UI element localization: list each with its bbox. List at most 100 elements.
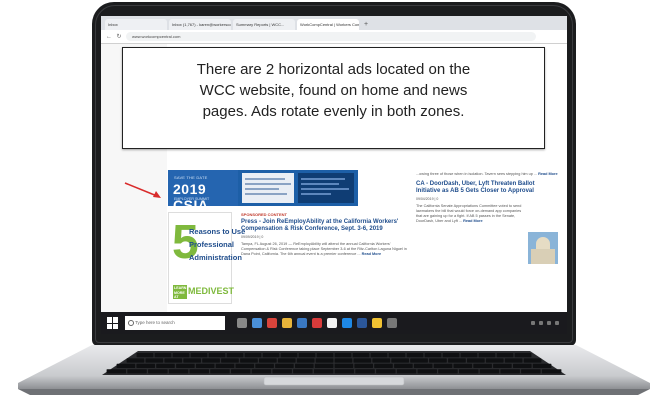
taskbar-app-icon[interactable] xyxy=(282,318,292,328)
read-more-link[interactable]: Read More xyxy=(362,252,381,256)
keyboard-key xyxy=(296,358,315,363)
keyboard-key xyxy=(313,369,334,374)
keyboard-key xyxy=(370,353,388,358)
ad-banner-left: SAVE THE DATE 2019 CSIA EMPLOYER SUMMIT xyxy=(168,170,238,206)
ad-text-line xyxy=(301,178,345,180)
keyboard-key xyxy=(394,363,413,368)
keyboard-key xyxy=(202,358,220,363)
tray-icon[interactable] xyxy=(547,321,551,325)
keyboard-key xyxy=(523,358,542,363)
keyboard-key xyxy=(116,363,136,368)
callout-line: pages. Ads rotate evenly in both zones. xyxy=(202,103,465,120)
read-more-link[interactable]: Read More xyxy=(463,219,482,223)
keyboard-key xyxy=(235,363,255,368)
keyboard-key xyxy=(190,353,208,358)
keyboard-key xyxy=(459,369,479,374)
taskbar-app-icon[interactable] xyxy=(372,318,382,328)
keyboard-key xyxy=(189,369,209,374)
medivest-ad[interactable]: 5 Reasons to Use Professional Administra… xyxy=(168,212,245,304)
article-byline: 09/09/2019 | 0 xyxy=(241,235,264,239)
keyboard-key xyxy=(478,353,496,358)
browser-tab-active[interactable]: WorkCompCentral | Workers Comp... xyxy=(297,19,359,30)
url-field[interactable]: www.workcompcentral.com xyxy=(126,32,536,41)
ad-text-line xyxy=(245,183,291,185)
taskbar-app-icon[interactable] xyxy=(267,318,277,328)
read-more-link[interactable]: Read More xyxy=(538,172,557,176)
taskbar-app-icon[interactable] xyxy=(342,318,352,328)
news-column: ...owing three of those when in isolatio… xyxy=(416,172,560,312)
keyboard-key xyxy=(195,363,215,368)
keyboard-key xyxy=(164,358,183,363)
keyboard-key xyxy=(467,358,485,363)
ad-text-line xyxy=(301,188,349,190)
keyboard-key xyxy=(355,369,375,374)
keyboard-key xyxy=(396,369,417,374)
keyboard-key xyxy=(156,363,175,368)
ad-banner-middle xyxy=(242,173,294,203)
keyboard-key xyxy=(532,363,552,368)
taskbar-search-input[interactable]: Type here to search xyxy=(125,316,225,330)
keyboard-key xyxy=(183,358,201,363)
sponsored-article: SPONSORED CONTENT Press - Join ReEmployA… xyxy=(241,212,411,312)
keyboard-key xyxy=(136,353,154,358)
taskbar-app-icon[interactable] xyxy=(237,318,247,328)
keyboard-key xyxy=(244,353,262,358)
article-headline-link[interactable]: Press - Join ReEmployAbility at the Cali… xyxy=(241,219,411,233)
keyboard-key xyxy=(460,353,478,358)
ad-text-line xyxy=(245,178,285,180)
keyboard-key xyxy=(442,353,460,358)
tray-icon[interactable] xyxy=(531,321,535,325)
article-headline-link[interactable]: CA - DoorDash, Uber, Lyft Threaten Ballo… xyxy=(416,181,560,195)
article-body: Tampa, FL August 26, 2019 — ReEmployAbil… xyxy=(241,242,411,257)
keyboard-key xyxy=(424,353,442,358)
ad-banner-kicker: SAVE THE DATE xyxy=(174,175,208,180)
keyboard-key xyxy=(275,363,294,368)
keyboard-key xyxy=(521,369,541,374)
keyboard-key xyxy=(541,369,562,374)
keyboard-key xyxy=(453,363,473,368)
keyboard-key xyxy=(417,369,437,374)
medivest-line: Administration xyxy=(189,253,242,262)
keyboard-key xyxy=(259,358,277,363)
back-icon[interactable]: ← xyxy=(106,34,112,40)
keyboard-key xyxy=(231,369,251,374)
taskbar-app-icons xyxy=(237,318,397,328)
keyboard-key xyxy=(376,369,396,374)
taskbar-app-icon[interactable] xyxy=(327,318,337,328)
keyboard-key xyxy=(226,353,244,358)
browser-tab[interactable]: Inbox (1,767) - karen@workerscomp... xyxy=(169,19,231,30)
keyboard-key xyxy=(240,358,258,363)
keyboard-key xyxy=(334,369,355,374)
capitol-building-image xyxy=(528,232,558,264)
keyboard-key xyxy=(448,358,466,363)
article-byline: 09/04/2019 | 0 xyxy=(416,197,439,201)
keyboard-key xyxy=(496,353,514,358)
keyboard-key xyxy=(106,369,127,374)
new-tab-button[interactable]: + xyxy=(361,19,371,30)
browser-tab[interactable]: Summary Reports | WCC... xyxy=(233,19,295,30)
taskbar-app-icon[interactable] xyxy=(387,318,397,328)
keyboard-key xyxy=(352,353,370,358)
tray-icon[interactable] xyxy=(555,321,559,325)
keyboard-key xyxy=(406,353,424,358)
medivest-line: Reasons to Use xyxy=(189,227,246,236)
keyboard-key xyxy=(277,358,296,363)
horizontal-ad-banner[interactable]: SAVE THE DATE 2019 CSIA EMPLOYER SUMMIT xyxy=(168,170,358,206)
keyboard-key xyxy=(127,369,147,374)
keyboard-key xyxy=(208,353,226,358)
capitol-dome xyxy=(536,237,550,249)
keyboard-key xyxy=(315,358,334,363)
callout-line: WCC website, found on home and news xyxy=(199,82,468,99)
browser-tab[interactable]: Inbox xyxy=(105,19,167,30)
keyboard-key xyxy=(251,369,272,374)
taskbar-app-icon[interactable] xyxy=(297,318,307,328)
windows-start-icon[interactable] xyxy=(107,317,119,329)
taskbar-app-icon[interactable] xyxy=(252,318,262,328)
taskbar-app-icon[interactable] xyxy=(312,318,322,328)
keyboard-key xyxy=(136,363,155,368)
taskbar-app-icon[interactable] xyxy=(357,318,367,328)
reload-icon[interactable]: ↻ xyxy=(116,33,122,40)
tray-icon[interactable] xyxy=(539,321,543,325)
keyboard-key xyxy=(410,358,428,363)
ad-banner-right xyxy=(298,173,354,203)
